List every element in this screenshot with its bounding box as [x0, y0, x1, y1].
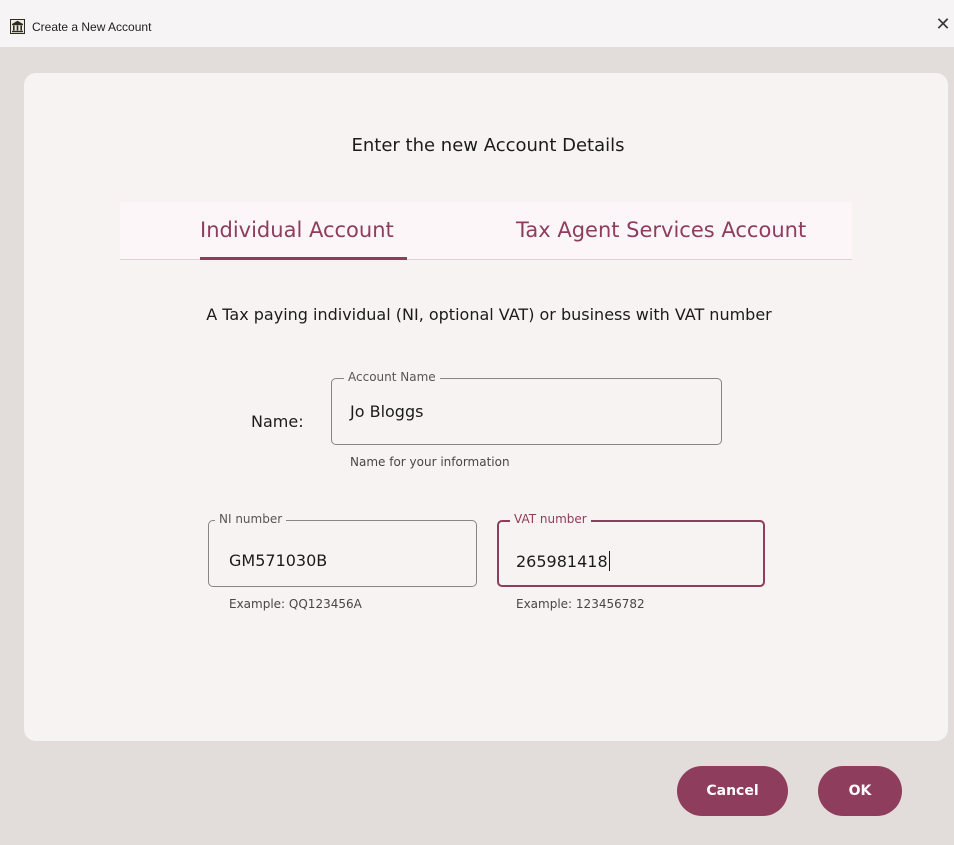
- account-name-legend: Account Name: [344, 370, 440, 384]
- form-heading: Enter the new Account Details: [351, 135, 625, 156]
- vat-number-text: 265981418: [516, 552, 608, 571]
- title-bar[interactable]: Create a New Account ✕: [0, 0, 954, 47]
- vat-number-legend: VAT number: [510, 512, 591, 526]
- tab-tax-agent-services-account[interactable]: Tax Agent Services Account: [516, 218, 806, 242]
- vat-number-field[interactable]: VAT number 265981418: [497, 512, 765, 587]
- account-type-tabs: Individual Account Tax Agent Services Ac…: [120, 202, 852, 260]
- text-cursor: [608, 551, 610, 571]
- ni-number-helper: Example: QQ123456A: [229, 597, 362, 611]
- building-app-icon: [10, 19, 25, 34]
- account-name-field[interactable]: Account Name Jo Bloggs: [331, 370, 722, 445]
- account-name-helper: Name for your information: [350, 455, 510, 469]
- account-type-description: A Tax paying individual (NI, optional VA…: [206, 305, 772, 324]
- ni-number-field[interactable]: NI number GM571030B: [208, 512, 477, 587]
- window-title: Create a New Account: [32, 20, 152, 34]
- cancel-button[interactable]: Cancel: [677, 766, 788, 816]
- selected-tab-indicator: [200, 257, 407, 260]
- ni-number-legend: NI number: [215, 512, 287, 526]
- vat-number-helper: Example: 123456782: [516, 597, 645, 611]
- vat-number-value: 265981418: [516, 551, 610, 571]
- close-icon[interactable]: ✕: [932, 14, 954, 36]
- account-name-value: Jo Bloggs: [350, 402, 424, 421]
- name-label: Name:: [251, 412, 304, 431]
- dialog-window: Create a New Account ✕ Enter the new Acc…: [0, 0, 954, 845]
- ni-number-value: GM571030B: [229, 551, 328, 570]
- tab-individual-account[interactable]: Individual Account: [200, 218, 394, 242]
- ok-button[interactable]: OK: [818, 766, 902, 816]
